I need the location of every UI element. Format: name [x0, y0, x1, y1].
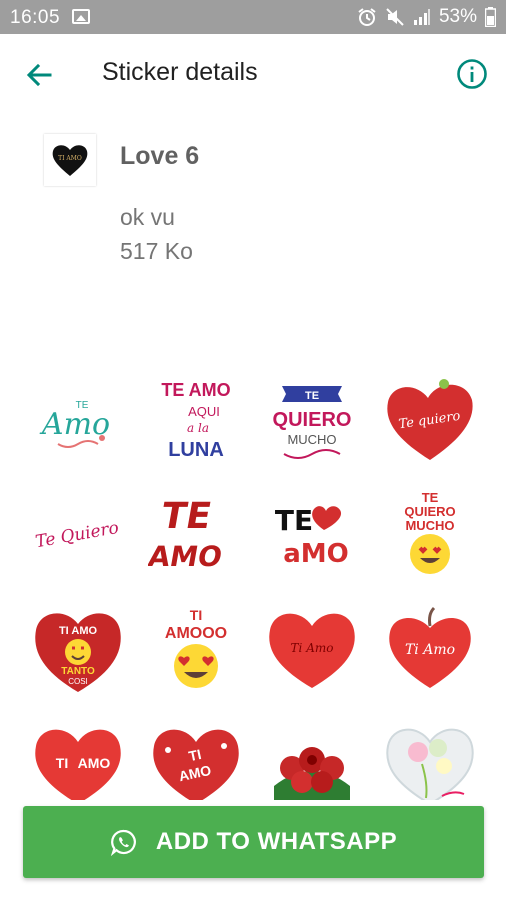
svg-text:TI: TI — [190, 607, 202, 623]
sticker-te-quiero-mucho-emoji[interactable]: TE QUIERO MUCHO — [380, 482, 480, 582]
svg-text:AMOOO: AMOOO — [165, 625, 227, 642]
sticker-ti-amo-tanto-heart[interactable]: TI AMO TANTO COSI — [28, 598, 128, 698]
pack-publisher: ok vu — [120, 204, 175, 230]
svg-text:AQUI: AQUI — [188, 404, 220, 419]
info-icon[interactable] — [456, 58, 488, 90]
battery-icon — [485, 7, 496, 27]
svg-text:Ti Amo: Ti Amo — [405, 642, 455, 658]
svg-text:a la: a la — [187, 421, 209, 435]
sticker-ti-amo-plush-heart[interactable]: Ti Amo — [262, 598, 362, 698]
sticker-te-quiero-red-heart[interactable]: Te quiero — [380, 370, 480, 470]
svg-text:TE AMO: TE AMO — [161, 380, 230, 400]
sticker-ti-amooo-emoji[interactable]: TI AMOOO — [146, 598, 246, 698]
sticker-ti-amo-apple-heart[interactable]: Ti Amo — [380, 598, 480, 698]
sticker-te-amo-aqui-luna[interactable]: TE AMO AQUI a la LUNA — [146, 370, 246, 470]
pack-header: TI AMO Love 6 ok vu 517 Ko — [0, 116, 506, 286]
sticker-ti-amo-glossy-heart[interactable]: TI AMO — [28, 714, 128, 800]
sticker-te-amo-heart-black[interactable]: TE aMO — [262, 482, 362, 582]
clock: 16:05 — [10, 7, 61, 28]
sticker-flowers-heart[interactable] — [380, 714, 480, 800]
sticker-te-amo-script[interactable]: TE Amo — [28, 370, 128, 470]
svg-text:AMO: AMO — [148, 540, 225, 573]
sticker-red-roses[interactable] — [262, 714, 362, 800]
svg-text:MUCHO: MUCHO — [405, 518, 454, 533]
status-icons: 53% — [357, 6, 496, 28]
battery-percent: 53% — [438, 6, 477, 27]
svg-text:TE: TE — [422, 490, 439, 505]
svg-text:TE: TE — [305, 390, 319, 402]
back-arrow-icon[interactable] — [24, 60, 54, 90]
status-bar: 16:05 53% — [0, 0, 506, 34]
svg-text:aMO: aMO — [283, 539, 349, 569]
svg-text:TI AMO: TI AMO — [59, 625, 98, 637]
mute-icon — [386, 8, 404, 26]
pack-name: Love 6 — [120, 142, 200, 170]
page-title: Sticker details — [102, 58, 258, 86]
sticker-te-amo-brush[interactable]: TE AMO — [146, 482, 246, 582]
svg-text:AMO: AMO — [78, 755, 111, 771]
svg-text:TE: TE — [158, 494, 215, 537]
add-to-whatsapp-button[interactable]: ADD TO WHATSAPP — [23, 806, 484, 878]
pack-size: 517 Ko — [120, 238, 193, 264]
whatsapp-icon — [110, 829, 136, 856]
svg-text:Ti Amo: Ti Amo — [291, 641, 334, 655]
svg-text:LUNA: LUNA — [168, 439, 224, 461]
tray-text: TI AMO — [58, 155, 82, 162]
sticker-ti-amo-hearts-bubble[interactable]: TI AMO — [146, 714, 246, 800]
svg-text:TANTO: TANTO — [61, 666, 95, 677]
svg-text:QUIERO: QUIERO — [404, 504, 455, 519]
add-button-label: ADD TO WHATSAPP — [155, 828, 398, 855]
signal-icon — [413, 9, 430, 25]
svg-text:QUIERO: QUIERO — [273, 409, 352, 431]
svg-text:TI: TI — [56, 755, 68, 771]
alarm-icon — [358, 8, 376, 26]
sticker-grid: TE Amo TE AMO AQUI a la LUNA TE QUIERO MUCHO T… — [24, 370, 488, 800]
svg-text:TE: TE — [275, 504, 313, 537]
svg-text:COSI: COSI — [68, 677, 88, 686]
tray-icon: TI AMO — [44, 134, 96, 186]
svg-text:MUCHO: MUCHO — [287, 432, 336, 447]
app-bar: Sticker details — [0, 34, 506, 116]
sticker-te-quiero-mucho-banner[interactable]: TE QUIERO MUCHO — [262, 370, 362, 470]
gallery-notification-icon — [72, 9, 90, 24]
sticker-te-quiero-script[interactable]: Te Quiero — [28, 482, 128, 582]
svg-text:Te Quiero: Te Quiero — [34, 518, 120, 552]
